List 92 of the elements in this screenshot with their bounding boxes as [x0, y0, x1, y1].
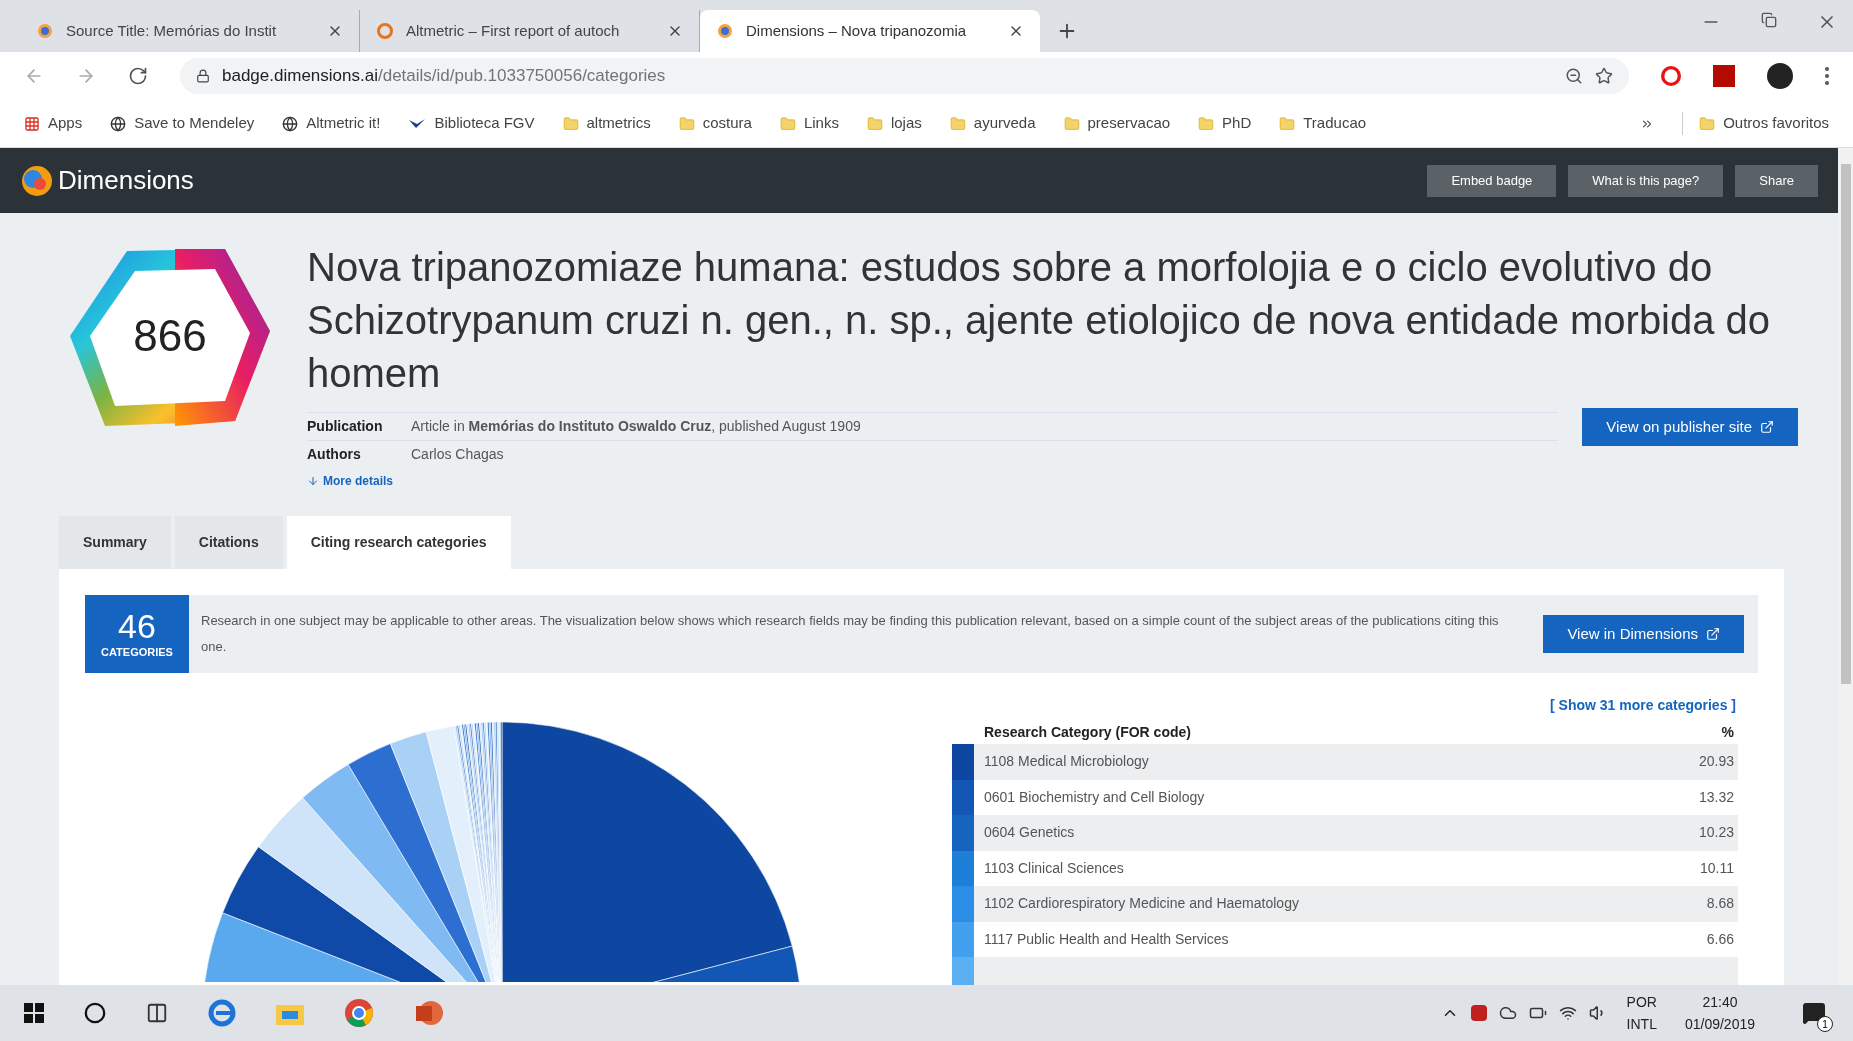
avatar-icon[interactable]	[1767, 63, 1793, 89]
category-percent: 8.68	[1706, 894, 1735, 914]
bookmark-item[interactable]: Traducao	[1279, 112, 1367, 135]
notification-count: 1	[1817, 1016, 1833, 1032]
wifi-icon[interactable]	[1558, 1004, 1577, 1022]
bookmark-item[interactable]: Links	[779, 112, 839, 135]
folder-icon	[678, 115, 695, 132]
folder-icon	[1198, 115, 1215, 132]
extension-icon[interactable]	[1661, 66, 1681, 86]
url-path: /details/id/pub.1033750056/categories	[377, 65, 666, 88]
address-field[interactable]: badge.dimensions.ai/details/id/pub.1033750056/categories	[180, 58, 1629, 94]
search-icon[interactable]	[84, 1002, 106, 1024]
detail-value: Carlos Chagas	[411, 445, 504, 464]
bookmark-item[interactable]: Altmetric it!	[282, 112, 381, 135]
folder-icon	[562, 115, 579, 132]
folder-icon	[1063, 115, 1080, 132]
reload-icon[interactable]	[128, 66, 148, 86]
folder-icon	[779, 115, 796, 132]
category-name: 0601 Biochemistry and Cell Biology	[984, 787, 1206, 807]
category-percent: 13.32	[1698, 787, 1735, 807]
category-percent: 10.23	[1698, 823, 1735, 843]
bookmark-item[interactable]: Save to Mendeley	[110, 112, 255, 135]
category-count: 46	[118, 607, 156, 644]
folder-icon	[1279, 115, 1296, 132]
browser-tab[interactable]: Dimensions – Nova tripanozomia	[700, 10, 1040, 52]
zoom-icon[interactable]	[1565, 67, 1583, 85]
detail-label: Publication	[307, 417, 384, 436]
header-button[interactable]: What is this page?	[1568, 164, 1724, 197]
bookmark-item[interactable]: Apps	[24, 112, 83, 135]
detail-label: Authors	[307, 445, 362, 464]
apps-icon	[24, 115, 40, 132]
brand-name: Dimensions	[58, 164, 194, 197]
presentation-app-icon[interactable]	[414, 998, 444, 1028]
star-icon[interactable]	[1595, 67, 1613, 85]
bookmark-item[interactable]: Outros favoritos	[1682, 112, 1829, 135]
category-name: 1117 Public Health and Health Services	[984, 929, 1230, 949]
cloud-icon[interactable]	[1498, 1004, 1517, 1022]
category-name: 0604 Genetics	[984, 823, 1076, 843]
browser-e-icon[interactable]	[208, 999, 236, 1027]
url-host: badge.dimensions.ai	[222, 65, 378, 88]
show-more-link[interactable]: [ Show 31 more categories ]	[1550, 695, 1736, 716]
language-indicator[interactable]: POR INTL	[1618, 991, 1665, 1035]
bookmark-item[interactable]: lojas	[866, 112, 922, 135]
clock[interactable]: 21:40 01/09/2019	[1676, 991, 1763, 1035]
column-header: Research Category (FOR code)	[984, 722, 1192, 742]
tab-title: Dimensions – Nova tripanozomia	[746, 20, 968, 41]
publisher-button[interactable]: View on publisher site	[1582, 408, 1798, 446]
bookmark-item[interactable]: costura	[678, 112, 752, 135]
tab-title: Altmetric – First report of autoch	[406, 20, 621, 41]
bookmark-item[interactable]: ayurveda	[949, 112, 1036, 135]
category-percent: 6.66	[1706, 929, 1735, 949]
bookmark-item[interactable]: PhD	[1198, 112, 1252, 135]
category-percent: 20.93	[1698, 752, 1735, 772]
arrow-down-icon	[307, 475, 319, 487]
external-link-icon	[1760, 420, 1774, 434]
page-tab[interactable]: Citing research categories	[286, 516, 511, 569]
header-button[interactable]: Embed badge	[1427, 164, 1557, 197]
globe-icon	[282, 115, 299, 132]
category-name: 1108 Medical Microbiology	[984, 752, 1150, 772]
menu-icon[interactable]	[1825, 67, 1829, 85]
page-tab[interactable]: Citations	[174, 516, 283, 569]
tray-app-icon[interactable]	[1470, 1005, 1487, 1021]
view-in-dimensions-button[interactable]: View in Dimensions	[1543, 615, 1744, 653]
header-button[interactable]: Share	[1735, 164, 1818, 197]
windows-icon[interactable]	[24, 1003, 44, 1023]
chrome-icon[interactable]	[344, 998, 374, 1028]
score-value: 866	[132, 310, 208, 362]
bookmark-item[interactable]: preservacao	[1063, 112, 1171, 135]
folder-icon	[1699, 115, 1716, 132]
restore-icon[interactable]	[1761, 12, 1777, 28]
category-percent: 10.11	[1700, 858, 1735, 878]
bookmark-item[interactable]: Biblioteca FGV	[408, 112, 535, 135]
bookmark-item[interactable]: altmetrics	[562, 112, 651, 135]
more-details-link[interactable]: More details	[307, 472, 394, 490]
page-tab[interactable]: Summary	[59, 516, 171, 569]
ring-icon	[376, 22, 394, 40]
publication-title: Nova tripanozomiaze humana: estudos sobre a morfolojia e o ciclo evolutivo do Schizotrypanum cruzi n. gen., n. sp., ajente etiolojico de nova entidade morbida do homem	[307, 244, 1772, 397]
folder-icon	[949, 115, 966, 132]
category-color-bar	[952, 957, 974, 985]
column-header: %	[1721, 722, 1734, 742]
category-count-label: CATEGORIES	[101, 644, 173, 660]
external-link-icon	[1706, 627, 1720, 641]
lock-icon	[196, 69, 210, 83]
bird-icon	[408, 117, 427, 130]
globe-icon	[110, 115, 127, 132]
category-name: 1103 Clinical Sciences	[984, 858, 1125, 878]
tab-title: Source Title: Memórias do Instit	[66, 20, 278, 41]
category-name: 1102 Cardiorespiratory Medicine and Haematology	[984, 894, 1300, 914]
categories-description: Research in one subject may be applicable to other areas. The visualization below shows which research fields may be finding this publication relevant, based on a simple count of the subject areas of the publications citing this one.	[200, 612, 1500, 656]
folder-icon	[866, 115, 883, 132]
detail-value: Article in Memórias do Instituto Oswaldo Cruz, published August 1909	[411, 417, 861, 436]
task-view-icon[interactable]	[146, 1002, 168, 1024]
